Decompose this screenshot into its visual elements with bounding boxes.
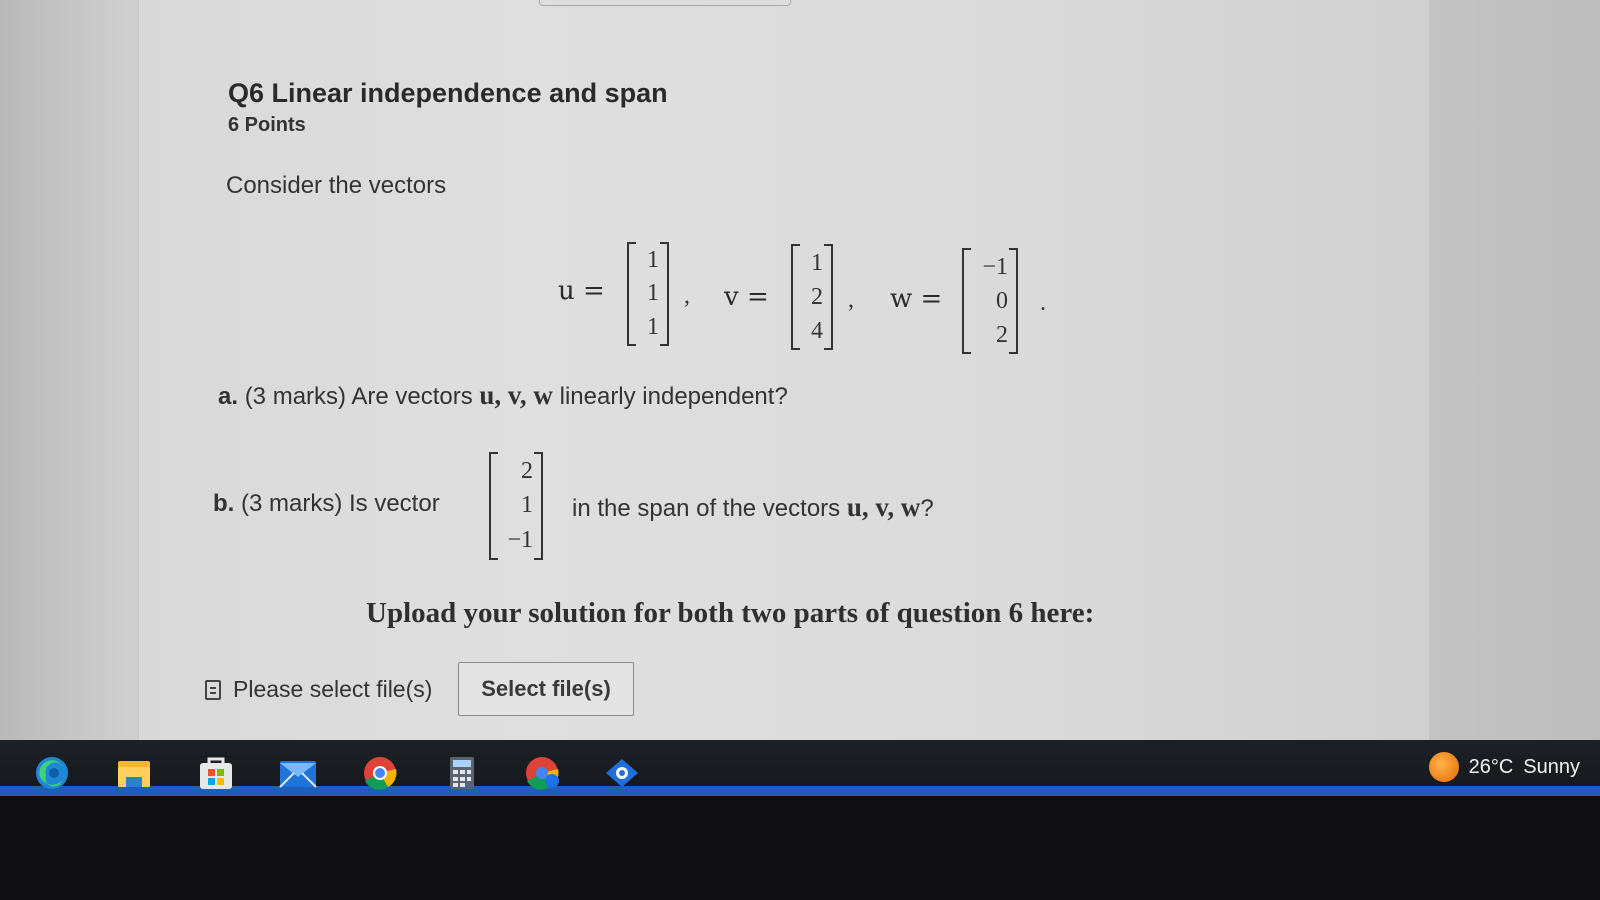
vector-v-entry-1: 1	[811, 249, 823, 276]
part-a: a. (3 marks) Are vectors u, v, w linearl…	[218, 380, 788, 411]
vector-w-entry-2: 0	[996, 287, 1008, 314]
document-icon	[205, 679, 221, 700]
store-icon[interactable]	[196, 755, 236, 791]
weather-temp: 26°C	[1468, 755, 1514, 778]
vector-w-entry-3: 2	[996, 321, 1008, 348]
file-status-text: Please select file(s)	[233, 676, 433, 702]
vector-u-label: u =	[558, 276, 605, 306]
question-title: Q6 Linear independence and span	[228, 78, 668, 108]
taskbar-accent-bar	[0, 786, 1600, 796]
part-b-entry-3: −1	[507, 527, 533, 554]
vector-w-entry-1: −1	[982, 253, 1008, 280]
vectors-end: .	[1040, 290, 1046, 316]
vector-v-matrix: 1 2 4	[791, 244, 833, 350]
vector-v-entry-3: 4	[811, 317, 823, 344]
select-files-button[interactable]: Select file(s)	[458, 662, 634, 716]
upload-heading: Upload your solution for both two parts …	[366, 597, 1095, 629]
mail-icon[interactable]	[278, 755, 318, 791]
vector-v-entry-2: 2	[811, 283, 823, 310]
app-icon[interactable]	[602, 755, 642, 791]
part-b-rest: in the span of the vectors u, v, w?	[572, 492, 934, 523]
question-points: 6 Points	[228, 114, 306, 136]
vector-u-entry-1: 1	[647, 247, 659, 274]
part-b-end: ?	[920, 495, 934, 522]
weather-condition: Sunny	[1523, 755, 1580, 778]
vector-separator: ,	[848, 287, 854, 313]
vector-separator: ,	[684, 283, 690, 309]
vector-v-label: v =	[724, 282, 769, 312]
sun-icon	[1428, 752, 1459, 782]
screen: Q6 Linear independence and span 6 Points…	[0, 0, 1600, 740]
vector-w-label: w =	[890, 284, 943, 314]
part-a-label: a.	[218, 383, 239, 410]
part-b-entry-1: 2	[521, 457, 533, 484]
monitor-logo	[680, 872, 840, 900]
part-a-question: linearly independent?	[559, 383, 788, 410]
vector-u-entry-2: 1	[647, 280, 659, 307]
part-a-vars: u, v, w	[479, 380, 553, 410]
part-b-question: in the span of the vectors	[572, 495, 841, 522]
part-b-vars: u, v, w	[846, 492, 921, 522]
calculator-icon[interactable]	[442, 755, 482, 791]
chrome-profile-icon[interactable]	[522, 755, 562, 791]
question-intro: Consider the vectors	[226, 172, 447, 199]
part-b-vector: 2 1 −1	[489, 452, 543, 560]
file-explorer-icon[interactable]	[114, 755, 154, 791]
part-b-text: (3 marks) Is vector	[241, 490, 440, 517]
part-b-entry-2: 1	[521, 492, 533, 519]
vector-w-matrix: −1 0 2	[962, 248, 1018, 354]
weather-widget[interactable]: 26°C Sunny	[1428, 752, 1580, 782]
chrome-icon[interactable]	[360, 755, 400, 791]
edge-icon[interactable]	[32, 755, 72, 791]
part-b-label: b.	[213, 490, 235, 517]
part-a-text: (3 marks) Are vectors	[244, 383, 473, 410]
taskbar	[0, 740, 1600, 792]
top-tab-edge	[539, 0, 791, 6]
vector-u-entry-3: 1	[647, 313, 659, 340]
file-status: Please select file(s)	[205, 676, 432, 703]
vector-u-matrix: 1 1 1	[627, 242, 669, 346]
part-b-intro: b. (3 marks) Is vector	[213, 490, 440, 518]
